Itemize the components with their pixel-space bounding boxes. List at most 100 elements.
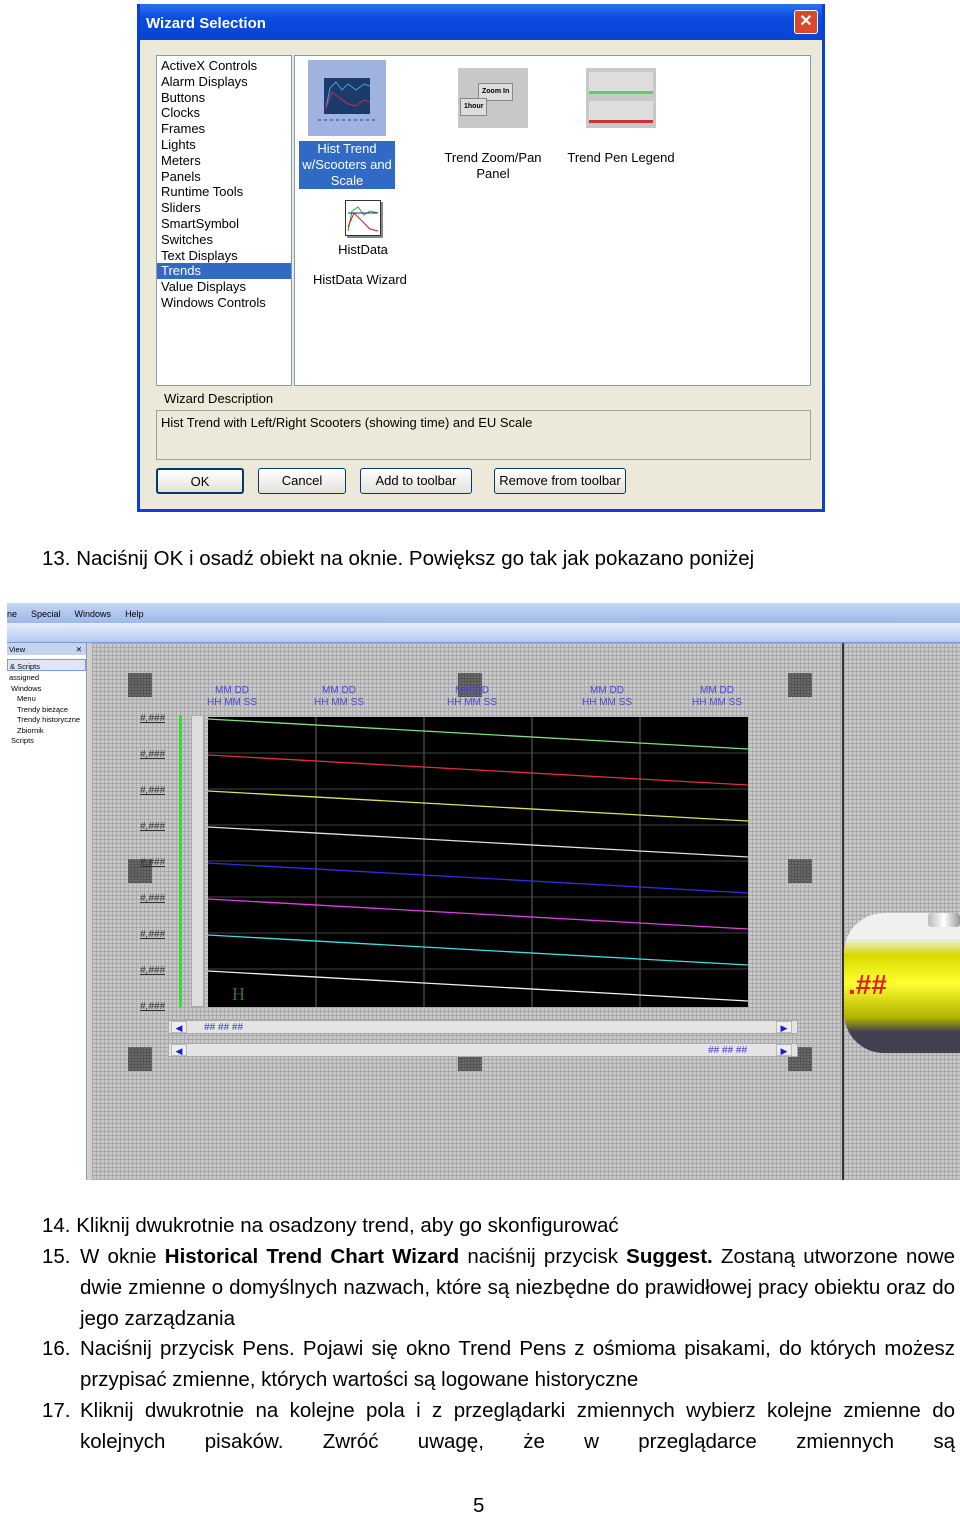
tree-item[interactable]: Menu	[7, 694, 86, 705]
value-scale-label: #,###	[140, 749, 166, 760]
time-label: MM DD HH MM SS	[447, 685, 497, 709]
category-item[interactable]: SmartSymbol	[157, 216, 291, 232]
left-scooter[interactable]	[191, 715, 204, 1007]
trend-thumbnail	[318, 78, 376, 121]
date-text: MM DD	[455, 685, 489, 696]
category-item[interactable]: Trends	[157, 263, 291, 280]
category-item[interactable]: Panels	[157, 169, 291, 185]
tree-item[interactable]: Windows	[7, 684, 86, 695]
ok-button[interactable]: OK	[156, 468, 244, 494]
text: W oknie	[80, 1245, 165, 1268]
step-number: 15.	[42, 1245, 71, 1268]
menu-bar: ne Special Windows Help	[7, 603, 960, 623]
pan-left-icon[interactable]: ◀	[171, 1044, 187, 1056]
wizard-item-label: Hist Trend w/Scooters and Scale	[299, 141, 395, 189]
wizard-item-trend-zoom-pan[interactable]: Zoom In 1hour Trend Zoom/Pan Panel	[433, 68, 553, 182]
menu-item[interactable]: ne	[7, 609, 17, 619]
category-item[interactable]: Text Displays	[157, 248, 291, 264]
step-17: 17. Kliknij dwukrotnie na kolejne pola i…	[42, 1395, 955, 1453]
project-tree[interactable]: assigned Windows Menu Trendy bieżące Trendy …	[7, 671, 86, 747]
tree-item[interactable]: Trendy bieżące	[7, 705, 86, 716]
menu-special[interactable]: Special	[31, 609, 61, 619]
value-scale-label: #,###	[140, 821, 166, 832]
category-item[interactable]: Lights	[157, 137, 291, 153]
time-text: HH MM SS	[447, 697, 497, 708]
panel-header: View ✕	[7, 643, 86, 655]
page-number: 5	[473, 1494, 485, 1517]
value-scale-label: #,###	[140, 929, 166, 940]
suggest-label: Suggest.	[626, 1245, 713, 1268]
scroll-right-icon[interactable]: ▶	[776, 1021, 792, 1033]
category-list[interactable]: ActiveX Controls Alarm Displays Buttons Clo…	[156, 55, 292, 386]
wizard-group-label: HistData Wizard	[313, 272, 407, 287]
panel-dropdown[interactable]: & Scripts	[7, 659, 86, 671]
value-scale-label: #,###	[140, 965, 166, 976]
value-scale-label: #,###	[140, 1001, 166, 1012]
value-scale-label: #,###	[140, 713, 166, 724]
step-14: 14. Kliknij dwukrotnie na osadzony trend…	[42, 1214, 619, 1237]
category-item[interactable]: Buttons	[157, 90, 291, 106]
tank-value: .##	[848, 969, 887, 1000]
plot-background	[208, 717, 748, 1007]
category-item[interactable]: Runtime Tools	[157, 184, 291, 200]
category-item[interactable]: Frames	[157, 121, 291, 137]
value-scale-label: #,###	[140, 785, 166, 796]
scroll-left-icon[interactable]: ◀	[171, 1021, 187, 1033]
date-text: MM DD	[700, 685, 734, 696]
close-icon[interactable]: ✕	[76, 645, 82, 654]
window-canvas[interactable]: MM DD HH MM SS MM DD HH MM SS MM DD HH MM SS M…	[92, 643, 960, 1180]
remove-from-toolbar-button[interactable]: Remove from toolbar	[494, 468, 626, 494]
pan-scrollbar[interactable]	[168, 1043, 798, 1057]
resize-handle[interactable]	[788, 859, 812, 883]
wizard-item-hist-trend[interactable]: Hist Trend w/Scooters and Scale	[299, 60, 395, 189]
time-text: HH MM SS	[207, 697, 257, 708]
step-number: 17.	[42, 1399, 71, 1422]
category-item[interactable]: Alarm Displays	[157, 74, 291, 90]
wizard-items-panel: Hist Trend w/Scooters and Scale Zoom In …	[294, 55, 811, 386]
value-scale-label: #,###	[140, 893, 166, 904]
project-panel: View ✕ & Scripts assigned Windows Menu Trend…	[7, 643, 87, 1180]
category-item[interactable]: Switches	[157, 232, 291, 248]
cancel-button[interactable]: Cancel	[258, 468, 346, 494]
step-13: 13. Naciśnij OK i osadź obiekt na oknie.…	[42, 547, 755, 570]
wizard-name: Historical Trend Chart Wizard	[164, 1245, 460, 1268]
menu-help[interactable]: Help	[125, 609, 144, 619]
text: Kliknij dwukrotnie na kolejne pola i z p…	[80, 1399, 955, 1453]
editor-screenshot: ne Special Windows Help View ✕ & Scripts ass…	[7, 603, 960, 1180]
tree-item[interactable]: Zbiornik	[7, 726, 86, 737]
time-label: MM DD HH MM SS	[207, 685, 257, 709]
close-icon[interactable]: ✕	[794, 10, 818, 34]
step-15: 15. W oknie Historical Trend Chart Wizar…	[42, 1241, 955, 1330]
panel-title: View	[9, 645, 26, 654]
dialog-title-bar: Wizard Selection ✕	[140, 4, 822, 40]
tree-item[interactable]: Scripts	[7, 736, 86, 747]
tree-item[interactable]: assigned	[7, 673, 86, 684]
resize-handle[interactable]	[128, 673, 152, 697]
value-scale-label: #,###	[140, 857, 166, 868]
step-16: 16. Naciśnij przycisk Pens. Pojawi się o…	[42, 1333, 955, 1391]
wizard-item-label: HistData	[338, 242, 388, 257]
resize-handle[interactable]	[128, 1047, 152, 1071]
category-item[interactable]: Meters	[157, 153, 291, 169]
resize-handle[interactable]	[788, 673, 812, 697]
pan-right-icon[interactable]: ▶	[776, 1044, 792, 1056]
wizard-item-label: Trend Pen Legend	[567, 150, 675, 165]
time-label: MM DD HH MM SS	[582, 685, 632, 709]
category-item[interactable]: Windows Controls	[157, 295, 291, 311]
category-item[interactable]: ActiveX Controls	[157, 58, 291, 74]
text: naciśnij przycisk	[459, 1245, 627, 1268]
menu-windows[interactable]: Windows	[75, 609, 112, 619]
toolbar[interactable]	[7, 623, 960, 643]
right-scooter-time: ## ## ##	[708, 1045, 747, 1056]
add-to-toolbar-button[interactable]: Add to toolbar	[360, 468, 472, 494]
category-item[interactable]: Value Displays	[157, 279, 291, 295]
time-scrollbar[interactable]	[168, 1020, 798, 1034]
category-item[interactable]: Clocks	[157, 105, 291, 121]
time-text: HH MM SS	[314, 697, 364, 708]
dialog-title: Wizard Selection	[146, 15, 266, 32]
tree-item[interactable]: Trendy historyczne	[7, 715, 86, 726]
wizard-item-histdata[interactable]: HistData	[315, 200, 411, 258]
category-item[interactable]: Sliders	[157, 200, 291, 216]
zoom-pan-icon: Zoom In 1hour	[458, 68, 528, 128]
wizard-item-trend-pen-legend[interactable]: Trend Pen Legend	[561, 68, 681, 166]
